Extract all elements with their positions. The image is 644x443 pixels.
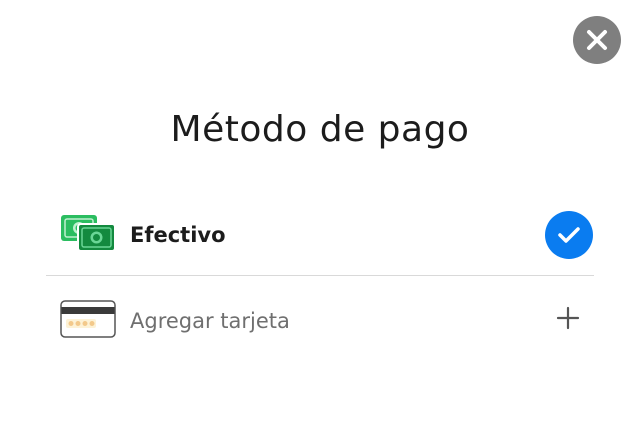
modal-title: Método de pago bbox=[170, 109, 470, 150]
close-icon bbox=[587, 30, 607, 50]
payment-option-label: Efectivo bbox=[130, 223, 226, 247]
payment-option-cash[interactable]: Efectivo bbox=[46, 208, 594, 262]
close-button[interactable] bbox=[573, 16, 621, 64]
check-icon bbox=[558, 227, 580, 243]
payment-method-modal: Método de pago Efectivo Agregar tarjeta bbox=[0, 0, 644, 443]
plus-icon[interactable] bbox=[556, 306, 580, 330]
selected-check-badge bbox=[545, 211, 593, 259]
payment-option-add-card[interactable]: Agregar tarjeta bbox=[46, 296, 594, 346]
cash-icon bbox=[60, 214, 116, 252]
credit-card-icon bbox=[60, 300, 116, 338]
payment-option-label: Agregar tarjeta bbox=[130, 309, 290, 333]
option-divider bbox=[46, 275, 594, 276]
